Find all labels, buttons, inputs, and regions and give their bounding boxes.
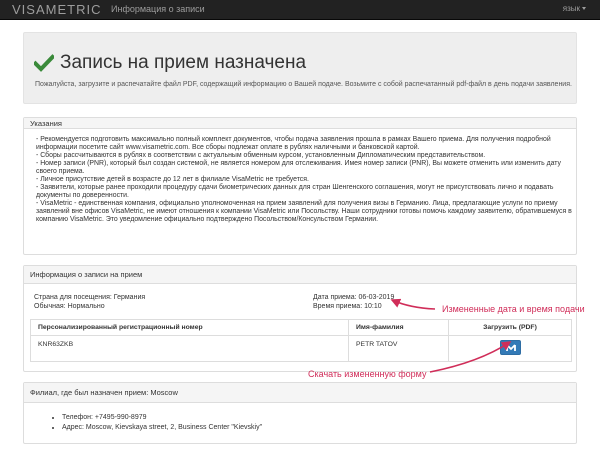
download-cell (448, 335, 572, 362)
success-banner: Запись на прием назначена Пожалуйста, за… (23, 32, 577, 104)
language-label: язык (562, 4, 580, 13)
instruction-line: компанию VisaMetric. Это уведомление офи… (36, 215, 379, 223)
instructions-body: - Рекомендуется подготовить максимально … (24, 129, 576, 223)
table-header-row: Персонализированный регистрационный номе… (30, 319, 572, 336)
appointment-heading: Информация о записи на прием (24, 266, 576, 284)
appointment-type-label: Обычная: Нормально (34, 303, 105, 310)
download-pdf-button[interactable] (499, 340, 521, 355)
appointment-date: Дата приема: 06-03-2019 (313, 294, 395, 301)
top-navbar: VISAMETRIC Информация о записи язык (0, 0, 600, 20)
branch-details-list: Телефон: +7495-990-8979 Адрес: Moscow, K… (62, 413, 262, 433)
instructions-panel: Указания - Рекомендуется подготовить мак… (23, 117, 577, 255)
annotation-download-changed: Скачать измененную форму (308, 369, 427, 379)
success-subtitle: Пожалуйста, загрузите и распечатайте фай… (35, 81, 572, 88)
instruction-line: - Рекомендуется подготовить максимально … (36, 136, 551, 143)
instruction-line: документы по доверенности. (36, 191, 129, 199)
caret-down-icon (582, 7, 586, 11)
appointment-table: Персонализированный регистрационный номе… (30, 319, 572, 362)
appointment-info-panel: Информация о записи на прием Страна для … (23, 265, 577, 372)
page-title: Запись на прием назначена (60, 52, 307, 73)
name-cell: PETR TATOV (348, 335, 449, 362)
instructions-heading: Указания (24, 118, 576, 129)
branch-panel: Филиал, где был назначен прием: Moscow Т… (23, 382, 577, 444)
nav-link-appointment-info[interactable]: Информация о записи (111, 4, 205, 14)
instruction-line: - Номер записи (PNR), который был создан… (36, 159, 561, 167)
column-header-download: Загрузить (PDF) (448, 319, 572, 336)
language-dropdown[interactable]: язык (563, 4, 586, 13)
column-header-pnr: Персонализированный регистрационный номе… (30, 319, 349, 336)
instruction-line: своего приема. (36, 167, 85, 175)
appointment-time: Время приема: 10:10 (313, 303, 382, 310)
column-header-name: Имя-фамилия (348, 319, 449, 336)
brand-logo[interactable]: VISAMETRIC (12, 2, 101, 17)
instruction-line: - VisaMetric - единственная компания, оф… (36, 199, 558, 207)
pnr-cell: KNR63ZKB (30, 335, 349, 362)
instruction-line: - Сборы рассчитываются в рублях в соотве… (36, 151, 486, 159)
annotation-changed-date: Измененные дата и время подачи (442, 304, 585, 314)
country-label: Страна для посещения: Германия (34, 294, 146, 301)
checkmark-icon (34, 54, 54, 72)
pdf-download-icon (505, 344, 516, 351)
branch-heading: Филиал, где был назначен прием: Moscow (24, 383, 576, 403)
instruction-line: - Личное присутствие детей в возрасте до… (36, 175, 309, 183)
branch-address: Адрес: Moscow, Kievskaya street, 2, Busi… (62, 423, 262, 433)
instruction-line: информации посетите сайт www.visametric.… (36, 143, 420, 151)
instruction-line: заявлений вне офисов VisaMetric, не имею… (36, 207, 572, 215)
branch-phone: Телефон: +7495-990-8979 (62, 413, 262, 423)
table-row: KNR63ZKB PETR TATOV (30, 335, 572, 362)
instruction-line: - Заявители, которые ранее проходили про… (36, 183, 554, 191)
